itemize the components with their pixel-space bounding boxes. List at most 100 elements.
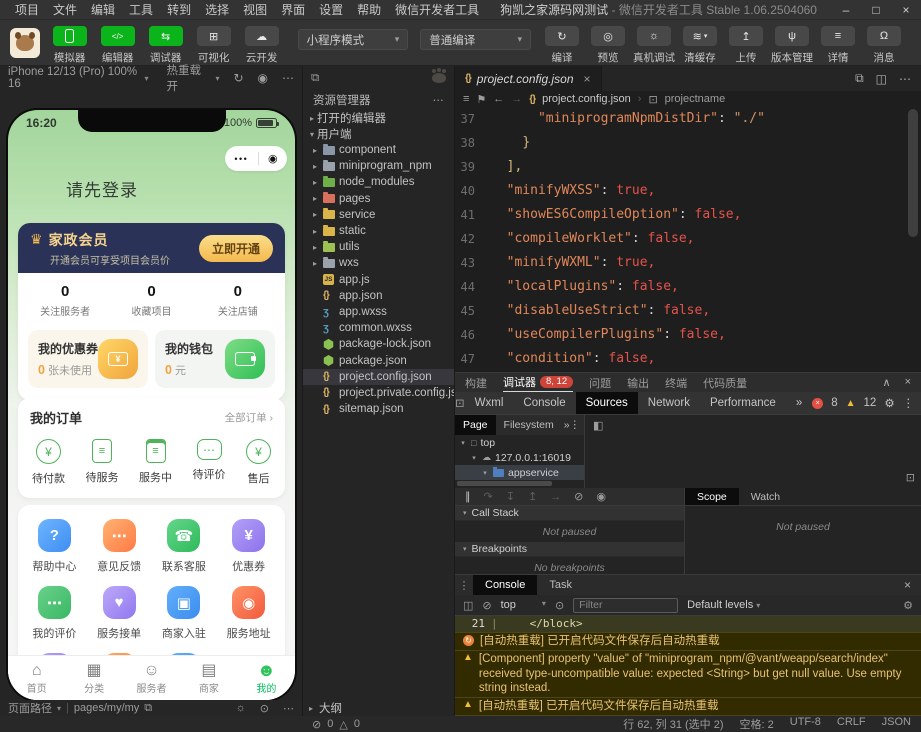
opened-editors-section[interactable]: ▸ 打开的编辑器 — [303, 110, 454, 126]
menu-item[interactable]: 设置 — [312, 1, 350, 18]
code-line[interactable]: 41 "showES6CompileOption": false, — [455, 203, 921, 227]
mode-button[interactable]: ⊞可视化 — [190, 26, 238, 65]
more-icon[interactable]: ⋯ — [283, 702, 294, 715]
debug-control-icon[interactable]: ↷ — [484, 490, 493, 503]
code-line[interactable]: 43 "minifyWXML": true, — [455, 251, 921, 275]
code-line[interactable]: 39 ], — [455, 155, 921, 179]
preview-eye-icon[interactable]: ⊙ — [260, 702, 269, 715]
warnings-icon[interactable]: △ — [339, 718, 347, 731]
open-preview-icon[interactable]: ⧉ — [855, 71, 864, 86]
menu-item[interactable]: 微信开发者工具 — [388, 1, 486, 18]
file-row[interactable]: {}project.private.config.js... — [303, 385, 454, 401]
service-item[interactable]: ☎联系客服 — [152, 519, 217, 574]
editor-group-icon[interactable]: ⧉ — [311, 72, 319, 85]
console-tab-Task[interactable]: Task — [537, 575, 584, 595]
debug-control-icon[interactable]: ∥ — [465, 490, 471, 503]
service-item[interactable]: ♥服务接单 — [87, 586, 152, 641]
mode-button[interactable]: ⇆调试器 — [142, 26, 190, 65]
debug-control-icon[interactable]: ↥ — [528, 490, 537, 503]
debug-control-icon[interactable]: ◉ — [596, 490, 606, 503]
file-row[interactable]: package.json — [303, 352, 454, 368]
file-row[interactable]: ▸utils — [303, 239, 454, 255]
refresh-icon[interactable]: ↻ — [233, 71, 243, 85]
console-tab-Console[interactable]: Console — [473, 575, 537, 595]
stat-item[interactable]: 0收藏项目 — [108, 283, 194, 318]
indentation-setting[interactable]: 空格: 2 — [740, 716, 774, 732]
show-navigator-icon[interactable]: ◧ — [593, 419, 603, 432]
devtools-tab-Wxml[interactable]: Wxml — [465, 392, 514, 414]
file-row[interactable]: ▸component — [303, 142, 454, 158]
tabbar-item-分类[interactable]: ▦分类 — [65, 656, 122, 700]
outline-icon[interactable]: ≡ — [463, 93, 469, 105]
encoding-setting[interactable]: UTF-8 — [790, 716, 821, 732]
minimize-button[interactable]: – — [831, 3, 861, 17]
panel-tab-输出[interactable]: 输出 — [627, 373, 649, 392]
eye-icon[interactable]: ⊙ — [555, 599, 564, 612]
sources-tab-Filesystem[interactable]: Filesystem — [496, 415, 562, 435]
project-root-section[interactable]: ▾ 用户端 — [303, 126, 454, 142]
page-path-selector[interactable]: 页面路径 — [8, 700, 52, 716]
order-item[interactable]: ≡待服务 — [86, 439, 119, 486]
kebab-menu-icon[interactable]: ⋮ — [455, 579, 473, 592]
context-selector[interactable]: top ▾ — [501, 599, 546, 611]
menu-item[interactable]: 文件 — [46, 1, 84, 18]
tree-item[interactable]: ▾appservice — [455, 465, 584, 480]
tabbar-item-首页[interactable]: ⌂首页 — [8, 656, 65, 700]
devtools-tab-Console[interactable]: Console — [513, 392, 575, 414]
code-editor[interactable]: 37 "miniprogramNpmDistDir": "./"38 }39 ]… — [455, 107, 921, 372]
panel-tab-终端[interactable]: 终端 — [665, 373, 687, 392]
tree-item[interactable]: ▾☁127.0.0.1:16019 — [455, 450, 584, 465]
nav-back-icon[interactable]: ← — [493, 93, 504, 105]
cursor-position[interactable]: 行 62, 列 31 (选中 2) — [623, 716, 723, 732]
device-selector[interactable]: iPhone 12/13 (Pro) 100% 16 — [8, 66, 141, 90]
mode-button[interactable]: ☁云开发 — [238, 26, 286, 65]
errors-icon[interactable]: ⊘ — [312, 718, 321, 731]
compile-mode-dropdown[interactable]: 普通编译 ▾ — [420, 29, 531, 50]
close-tab-icon[interactable]: × — [584, 72, 591, 86]
mode-button[interactable]: </>编辑器 — [94, 26, 142, 65]
inspect-element-icon[interactable]: ⊡ — [455, 396, 465, 410]
stat-item[interactable]: 0关注店铺 — [195, 283, 281, 318]
file-row[interactable]: ▸service — [303, 207, 454, 223]
tabbar-item-服务者[interactable]: ☺服务者 — [123, 656, 180, 700]
file-row[interactable]: ▸miniprogram_npm — [303, 158, 454, 174]
menu-item[interactable]: 界面 — [274, 1, 312, 18]
more-actions-icon[interactable]: ⋯ — [899, 72, 911, 86]
copy-path-icon[interactable]: ⧉ — [144, 702, 152, 715]
order-item[interactable]: ¥待付款 — [32, 439, 65, 486]
more-icon[interactable]: ⋯ — [433, 93, 445, 107]
capsule-more-icon[interactable]: ••• — [234, 154, 248, 164]
capsule-close-icon[interactable]: ◉ — [268, 152, 278, 165]
more-tabs-icon[interactable]: » — [786, 392, 812, 414]
menu-item[interactable]: 编辑 — [84, 1, 122, 18]
close-button[interactable]: × — [891, 3, 921, 17]
toolbar-action-button[interactable]: ↥上传 — [723, 26, 769, 65]
clear-console-icon[interactable]: ⊘ — [482, 599, 491, 612]
file-row[interactable]: {}sitemap.json — [303, 401, 454, 417]
sources-tab-Page[interactable]: Page — [455, 415, 496, 435]
tabbar-item-我的[interactable]: ☻我的 — [238, 656, 295, 700]
panel-tab-调试器[interactable]: 调试器8, 12 — [503, 373, 573, 392]
horizontal-scrollbar[interactable] — [457, 481, 552, 486]
order-item[interactable]: ⋯待评价 — [193, 439, 226, 486]
nav-for</span>ward-icon[interactable]: → — [511, 93, 522, 105]
outline-section[interactable]: ▸ 大纲 — [303, 700, 454, 716]
service-item[interactable]: ◉服务地址 — [216, 586, 281, 641]
file-row[interactable]: ʒapp.wxss — [303, 304, 454, 320]
kebab-menu-icon[interactable]: ⋮ — [570, 419, 585, 431]
log-line-number[interactable]: 21 — [463, 617, 485, 631]
file-row[interactable]: package-lock.json — [303, 336, 454, 352]
maximize-button[interactable]: □ — [861, 3, 891, 17]
code-line[interactable]: 45 "disableUseStrict": false, — [455, 299, 921, 323]
file-row[interactable]: ▸node_modules — [303, 174, 454, 190]
hot-reload-toggle[interactable]: 热重载 开 — [167, 62, 212, 94]
console-sidebar-icon[interactable]: ◫ — [463, 599, 473, 612]
file-row[interactable]: {}project.config.json — [303, 369, 454, 385]
devtools-tab-Network[interactable]: Network — [638, 392, 700, 414]
call-stack-section[interactable]: ▾ Call Stack — [455, 506, 684, 521]
service-item[interactable]: ▣商家入驻 — [152, 586, 217, 641]
mode-button[interactable]: 模拟器 — [46, 26, 94, 65]
user-avatar[interactable] — [10, 28, 40, 58]
toolbar-action-button[interactable]: ψ版本管理 — [769, 26, 815, 65]
code-line[interactable]: 38 } — [455, 131, 921, 155]
